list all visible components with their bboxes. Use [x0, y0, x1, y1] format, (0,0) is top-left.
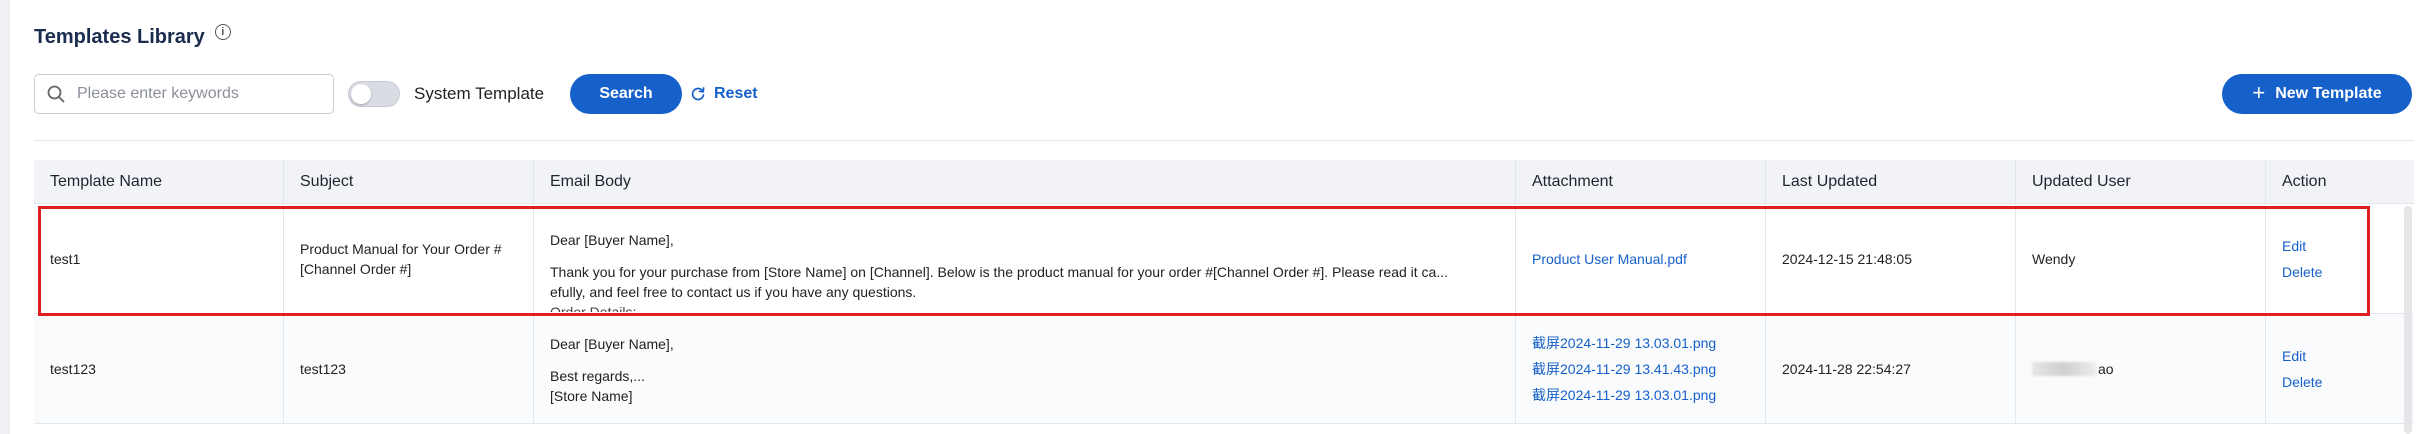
action-links: Edit Delete — [2282, 238, 2322, 280]
redacted-name — [2032, 361, 2096, 376]
edit-link[interactable]: Edit — [2282, 348, 2322, 364]
search-input[interactable] — [77, 85, 317, 103]
body-line: Best regards,... — [550, 368, 645, 384]
divider — [34, 140, 2414, 141]
column-header-action: Action — [2282, 172, 2327, 190]
table-row[interactable]: test123 test123 Dear [Buyer Name], Best … — [34, 314, 2414, 424]
email-body-cell: Dear [Buyer Name], Best regards,... [Sto… — [534, 314, 1516, 423]
column-header-email-body[interactable]: Email Body — [534, 160, 1516, 203]
column-header-last-updated[interactable]: Last Updated — [1766, 160, 2016, 203]
column-header-updated-user[interactable]: Updated User — [2016, 160, 2266, 203]
new-template-button[interactable]: + New Template — [2222, 74, 2412, 114]
info-icon[interactable]: i — [214, 24, 231, 40]
subject-cell: test123 — [284, 314, 534, 423]
body-line: Order Details: — [550, 304, 637, 312]
body-line: Thank you for your purchase from [Store … — [550, 264, 1449, 280]
action-cell: Edit Delete — [2266, 314, 2414, 423]
reset-label: Reset — [714, 85, 758, 102]
refresh-icon — [691, 87, 705, 101]
search-icon — [47, 85, 65, 103]
page-title: Templates Library — [34, 25, 205, 48]
email-body-cell: Dear [Buyer Name], Thank you for your pu… — [534, 204, 1516, 313]
attachment-list: 截屏2024-11-29 13.03.01.png 截屏2024-11-29 1… — [1532, 333, 1716, 405]
action-links: Edit Delete — [2282, 348, 2322, 390]
edit-link[interactable]: Edit — [2282, 238, 2322, 254]
plus-icon: + — [2252, 80, 2266, 105]
template-name-cell: test1 — [34, 204, 284, 313]
body-line: [Store Name] — [550, 388, 633, 404]
delete-link[interactable]: Delete — [2282, 264, 2322, 280]
action-cell: Edit Delete — [2266, 204, 2414, 313]
template-name-cell: test123 — [34, 314, 284, 423]
column-header-attachment[interactable]: Attachment — [1516, 160, 1766, 203]
title-row: Templates Library i — [34, 22, 231, 52]
last-updated-cell: 2024-12-15 21:48:05 — [1766, 204, 2016, 313]
subject-cell: Product Manual for Your Order # [Channel… — [284, 204, 534, 313]
vertical-scrollbar[interactable] — [2404, 206, 2412, 434]
system-template-label: System Template — [414, 84, 545, 103]
body-line: Dear [Buyer Name], — [550, 232, 674, 248]
templates-table: Template Name Subject Email Body Attachm… — [34, 160, 2414, 424]
body-line: Dear [Buyer Name], — [550, 336, 674, 352]
new-template-label: New Template — [2275, 85, 2382, 102]
updated-user-cell: Wendy — [2016, 204, 2266, 313]
delete-link[interactable]: Delete — [2282, 374, 2322, 390]
left-nav-strip — [0, 0, 10, 434]
attachment-link[interactable]: Product User Manual.pdf — [1532, 251, 1687, 267]
reset-button[interactable]: Reset — [690, 74, 758, 114]
attachment-cell: Product User Manual.pdf — [1516, 204, 1766, 313]
toggle-knob — [351, 84, 371, 104]
system-template-toggle[interactable] — [348, 81, 400, 107]
attachment-link[interactable]: 截屏2024-11-29 13.03.01.png — [1532, 385, 1716, 405]
templates-page: Templates Library i System Template Sear… — [34, 0, 2414, 434]
system-template-toggle-group: System Template — [348, 74, 544, 114]
updated-user-cell: ao — [2016, 314, 2266, 423]
column-header-template-name[interactable]: Template Name — [34, 160, 284, 203]
toolbar: System Template Search Reset + New Templ… — [34, 74, 2414, 114]
table-header: Template Name Subject Email Body Attachm… — [34, 160, 2414, 204]
search-button[interactable]: Search — [570, 74, 682, 114]
attachment-link[interactable]: 截屏2024-11-29 13.03.01.png — [1532, 333, 1716, 353]
table-row[interactable]: test1 Product Manual for Your Order # [C… — [34, 204, 2414, 314]
column-header-subject[interactable]: Subject — [284, 160, 534, 203]
body-line: efully, and feel free to contact us if y… — [550, 284, 917, 300]
attachment-link[interactable]: 截屏2024-11-29 13.41.43.png — [1532, 359, 1716, 379]
last-updated-cell: 2024-11-28 22:54:27 — [1766, 314, 2016, 423]
search-field[interactable] — [34, 74, 334, 114]
attachment-cell: 截屏2024-11-29 13.03.01.png 截屏2024-11-29 1… — [1516, 314, 1766, 423]
updated-user-name: ao — [2098, 360, 2114, 377]
